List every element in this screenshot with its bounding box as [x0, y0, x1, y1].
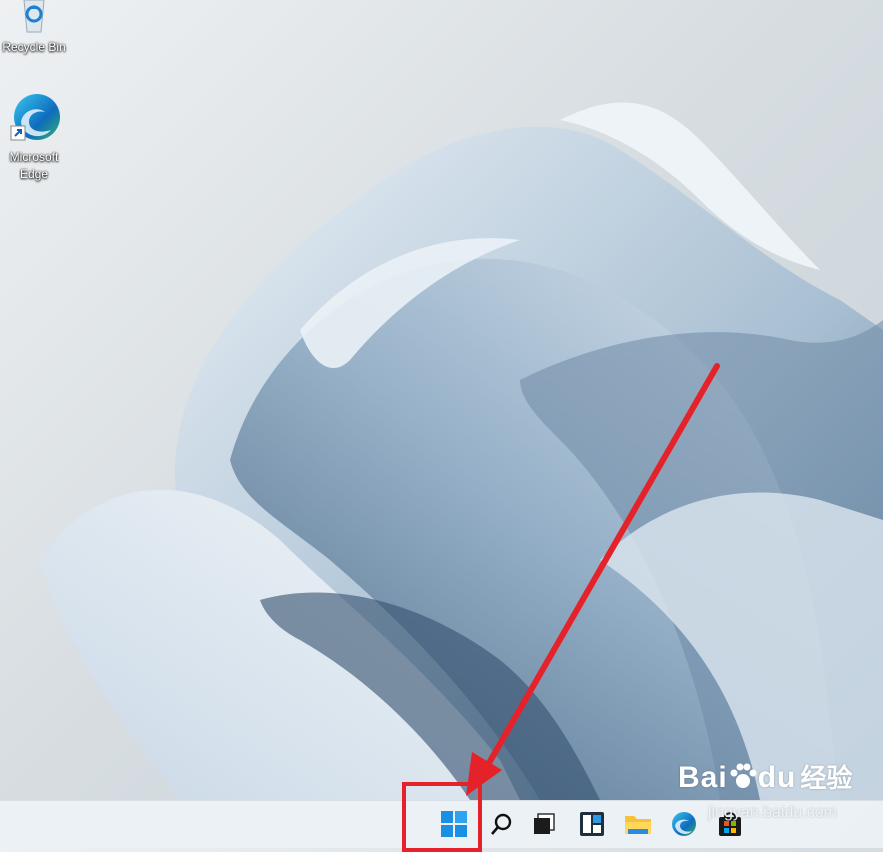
- edge-icon: [10, 94, 60, 141]
- recycle-bin-label: Recycle Bin: [2, 40, 66, 54]
- search-button[interactable]: [486, 808, 518, 840]
- task-view-icon: [534, 813, 555, 834]
- baidu-jingyan-watermark: Bai du 经验 jingyan.baidu.com: [678, 758, 878, 828]
- desktop-wallpaper: [40, 102, 883, 800]
- search-icon: [491, 813, 512, 835]
- widgets-button[interactable]: [576, 808, 608, 840]
- task-view-button[interactable]: [528, 808, 560, 840]
- recycle-bin-icon: [23, 0, 45, 33]
- microsoft-edge-shortcut[interactable]: Microsoft Edge: [0, 90, 68, 183]
- paw-icon: [730, 763, 757, 788]
- recycle-bin-shortcut[interactable]: Recycle Bin: [0, 0, 68, 56]
- watermark-brand-suffix: du: [757, 761, 797, 794]
- microsoft-edge-label: Microsoft Edge: [9, 150, 59, 181]
- highlight-box: [402, 782, 482, 852]
- watermark-url: jingyan.baidu.com: [708, 804, 837, 821]
- folder-icon: [625, 816, 651, 834]
- watermark-jingyan: 经验: [800, 763, 853, 793]
- file-explorer-button[interactable]: [622, 808, 654, 840]
- widgets-icon: [580, 812, 604, 836]
- watermark-brand: Bai: [678, 761, 728, 794]
